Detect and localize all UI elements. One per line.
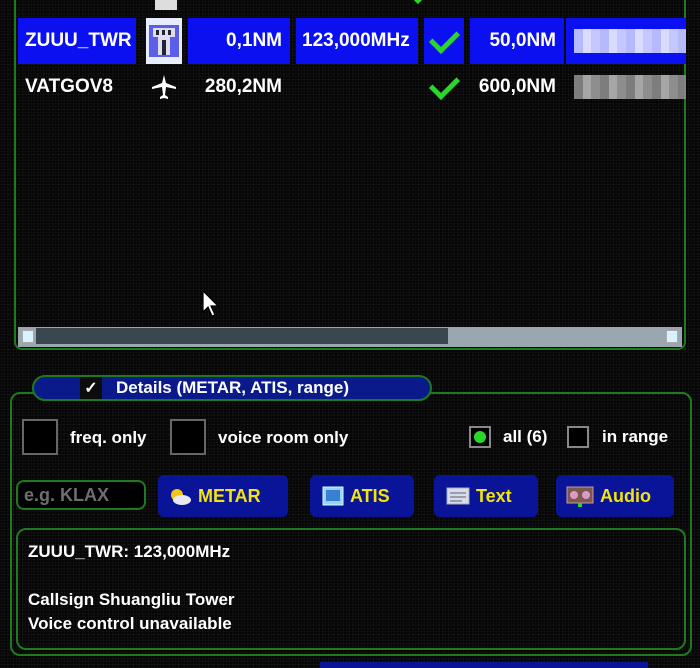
- airplane-icon: [146, 64, 182, 110]
- search-input[interactable]: [16, 480, 146, 510]
- details-checkbox[interactable]: ✓: [80, 377, 102, 399]
- horizontal-scrollbar[interactable]: [18, 327, 682, 347]
- callsign-cell: ZUUU_TWR: [18, 18, 136, 64]
- distance-cell: 0,1NM: [188, 18, 290, 64]
- frequency-cell: [296, 64, 418, 110]
- freq-only-label: freq. only: [70, 428, 147, 447]
- text-button[interactable]: Text: [434, 475, 538, 517]
- all-radio[interactable]: [469, 426, 491, 448]
- info-line-station: ZUUU_TWR: 123,000MHz: [28, 542, 231, 561]
- text-label: Text: [476, 485, 512, 506]
- all-label: all (6): [503, 427, 548, 446]
- table-row[interactable]: [18, 0, 686, 14]
- info-line-callsign: Callsign Shuangliu Tower: [28, 590, 235, 609]
- bottom-bar: [320, 662, 648, 668]
- in-range-radio[interactable]: [567, 426, 589, 448]
- info-line-blank: [28, 564, 674, 588]
- scroll-left-button[interactable]: [22, 330, 34, 343]
- range-cell: 50,0NM: [470, 18, 564, 64]
- audio-button[interactable]: Audio: [556, 475, 674, 517]
- tower-icon: [146, 18, 182, 64]
- redacted-info: [566, 18, 686, 64]
- audio-label: Audio: [600, 485, 651, 506]
- scroll-right-button[interactable]: [666, 330, 678, 343]
- freq-only-checkbox[interactable]: [22, 419, 58, 455]
- audio-icon: [566, 486, 594, 507]
- info-line-voice: Voice control unavailable: [28, 614, 232, 633]
- atis-label: ATIS: [350, 485, 390, 506]
- voice-room-only-label: voice room only: [218, 428, 349, 447]
- metar-label: METAR: [198, 485, 261, 506]
- atis-icon: [322, 486, 344, 506]
- table-row[interactable]: ZUUU_TWR 0,1NM 123,000MHz 50,0NM: [18, 18, 686, 64]
- redacted-info: [566, 64, 686, 110]
- check-icon: [424, 64, 464, 110]
- voice-room-only-checkbox[interactable]: [170, 419, 206, 455]
- frequency-cell: 123,000MHz: [296, 18, 418, 64]
- scrollbar-thumb[interactable]: [36, 328, 448, 344]
- details-title: Details (METAR, ATIS, range): [116, 378, 349, 397]
- radio-selected-dot: [474, 431, 486, 443]
- weather-icon: [171, 489, 191, 505]
- text-icon: [446, 487, 470, 505]
- callsign-cell: VATGOV8: [25, 76, 113, 97]
- details-info-box: ZUUU_TWR: 123,000MHz Callsign Shuangliu …: [16, 528, 686, 650]
- mouse-cursor-icon: [202, 290, 220, 317]
- range-cell: 600,0NM: [478, 76, 556, 97]
- table-row[interactable]: VATGOV8 280,2NM 600,0NM: [18, 64, 686, 110]
- tower-icon: [146, 0, 186, 14]
- details-toggle[interactable]: ✓ Details (METAR, ATIS, range): [32, 375, 432, 401]
- check-icon: [424, 18, 464, 64]
- check-icon: [398, 0, 444, 14]
- metar-button[interactable]: METAR: [158, 475, 288, 517]
- distance-cell: 280,2NM: [204, 76, 282, 97]
- atis-button[interactable]: ATIS: [310, 475, 414, 517]
- in-range-label: in range: [602, 427, 669, 446]
